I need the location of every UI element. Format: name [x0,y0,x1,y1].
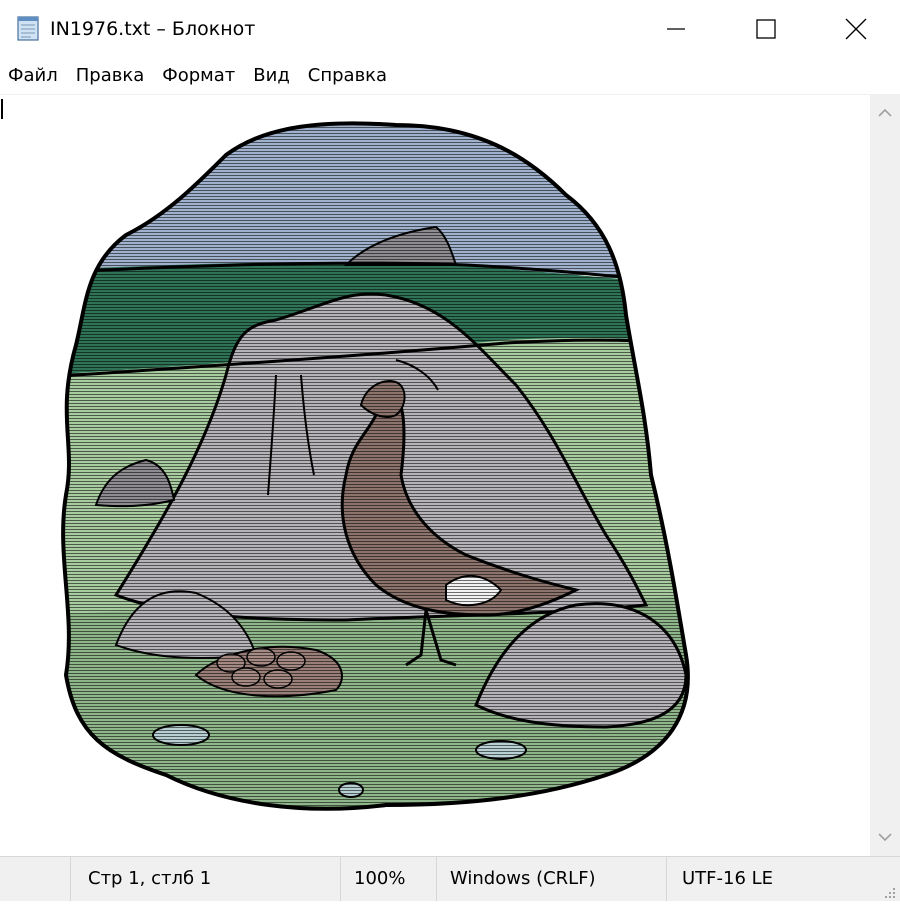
resize-grip-icon[interactable] [882,883,896,898]
minimize-icon [666,19,686,39]
status-separator [436,857,437,901]
menu-file[interactable]: Файл [0,59,67,93]
minimize-button[interactable] [630,0,722,58]
line-endings: Windows (CRLF) [450,868,596,889]
status-separator [70,857,71,901]
title-bar: IN1976.txt – Блокнот [0,0,900,58]
menu-format[interactable]: Формат [153,59,244,93]
notepad-icon [16,14,42,42]
scroll-up-button[interactable] [870,99,900,129]
menu-help[interactable]: Справка [299,59,396,93]
text-editor-area[interactable] [0,94,900,857]
status-bar: Стр 1, стлб 1 100% Windows (CRLF) UTF-16… [0,856,900,901]
maximize-button[interactable] [720,0,812,58]
scroll-down-button[interactable] [870,823,900,853]
status-separator [340,857,341,901]
vertical-scrollbar[interactable] [870,95,900,857]
zoom-level: 100% [354,868,406,889]
close-icon [845,18,867,40]
menu-edit[interactable]: Правка [67,59,154,93]
menu-view[interactable]: Вид [244,59,299,93]
chevron-down-icon [878,829,892,847]
status-separator [666,857,667,901]
text-caret [1,99,3,119]
chevron-up-icon [878,105,892,123]
close-button[interactable] [810,0,900,58]
encoding: UTF-16 LE [682,868,774,889]
menu-bar: Файл Правка Формат Вид Справка [0,60,900,94]
ascii-art-illustration [61,121,690,811]
maximize-icon [756,19,776,39]
cursor-position: Стр 1, стлб 1 [88,868,212,889]
window-title: IN1976.txt – Блокнот [50,18,256,40]
